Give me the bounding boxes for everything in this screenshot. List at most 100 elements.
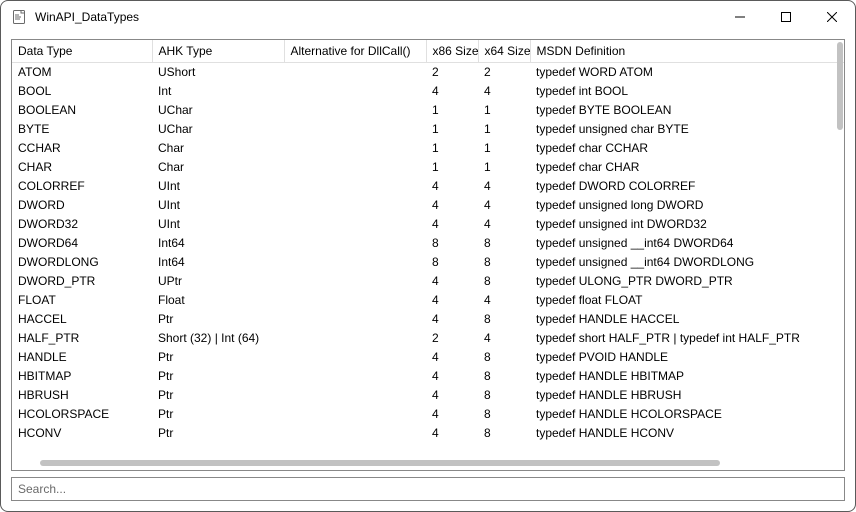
table-row[interactable]: BOOLEANUChar11typedef BYTE BOOLEAN <box>12 101 844 120</box>
table-row[interactable]: DWORD32UInt44typedef unsigned int DWORD3… <box>12 215 844 234</box>
table-row[interactable]: HBRUSHPtr48typedef HANDLE HBRUSH <box>12 386 844 405</box>
table-row[interactable]: CHARChar11typedef char CHAR <box>12 158 844 177</box>
cell: typedef short HALF_PTR | typedef int HAL… <box>530 329 844 348</box>
cell <box>284 348 426 367</box>
cell: typedef HANDLE HBRUSH <box>530 386 844 405</box>
cell: 8 <box>478 348 530 367</box>
table-row[interactable]: HCONVPtr48typedef HANDLE HCONV <box>12 424 844 443</box>
table-row[interactable]: HALF_PTRShort (32) | Int (64)24typedef s… <box>12 329 844 348</box>
table-row[interactable]: DWORD64Int6488typedef unsigned __int64 D… <box>12 234 844 253</box>
cell: Float <box>152 291 284 310</box>
table-row[interactable]: DWORDUInt44typedef unsigned long DWORD <box>12 196 844 215</box>
cell: BYTE <box>12 120 152 139</box>
table-row[interactable]: BOOLInt44typedef int BOOL <box>12 82 844 101</box>
cell: HCONV <box>12 424 152 443</box>
data-table[interactable]: Data Type AHK Type Alternative for DllCa… <box>12 40 844 443</box>
cell <box>284 139 426 158</box>
cell <box>284 158 426 177</box>
cell: 4 <box>426 215 478 234</box>
cell: UChar <box>152 101 284 120</box>
cell: typedef unsigned int DWORD32 <box>530 215 844 234</box>
cell: typedef HANDLE HCONV <box>530 424 844 443</box>
cell: 8 <box>426 234 478 253</box>
cell <box>284 63 426 82</box>
cell: 4 <box>478 291 530 310</box>
cell: 1 <box>478 101 530 120</box>
table-header-row: Data Type AHK Type Alternative for DllCa… <box>12 40 844 63</box>
table-row[interactable]: BYTEUChar11typedef unsigned char BYTE <box>12 120 844 139</box>
data-table-container: Data Type AHK Type Alternative for DllCa… <box>11 39 845 471</box>
maximize-button[interactable] <box>763 1 809 33</box>
table-row[interactable]: CCHARChar11typedef char CCHAR <box>12 139 844 158</box>
cell <box>284 101 426 120</box>
minimize-button[interactable] <box>717 1 763 33</box>
horizontal-scrollbar-track[interactable] <box>12 456 844 470</box>
cell: 4 <box>426 82 478 101</box>
cell: HACCEL <box>12 310 152 329</box>
cell <box>284 291 426 310</box>
col-alternative[interactable]: Alternative for DllCall() <box>284 40 426 63</box>
col-msdn-definition[interactable]: MSDN Definition <box>530 40 844 63</box>
table-row[interactable]: HBITMAPPtr48typedef HANDLE HBITMAP <box>12 367 844 386</box>
cell: DWORD64 <box>12 234 152 253</box>
cell: 8 <box>426 253 478 272</box>
cell <box>284 196 426 215</box>
cell: UInt <box>152 215 284 234</box>
cell: 4 <box>478 329 530 348</box>
cell: HANDLE <box>12 348 152 367</box>
cell: 8 <box>478 234 530 253</box>
cell: typedef unsigned long DWORD <box>530 196 844 215</box>
vertical-scrollbar[interactable] <box>837 42 843 130</box>
table-row[interactable]: HANDLEPtr 48typedef PVOID HANDLE <box>12 348 844 367</box>
cell <box>284 272 426 291</box>
cell: typedef WORD ATOM <box>530 63 844 82</box>
cell: 2 <box>478 63 530 82</box>
col-data-type[interactable]: Data Type <box>12 40 152 63</box>
cell: 8 <box>478 253 530 272</box>
cell: Ptr <box>152 310 284 329</box>
cell <box>284 386 426 405</box>
col-x64-size[interactable]: x64 Size <box>478 40 530 63</box>
cell: 4 <box>426 348 478 367</box>
table-row[interactable]: COLORREFUInt44typedef DWORD COLORREF <box>12 177 844 196</box>
cell <box>284 215 426 234</box>
table-row[interactable]: DWORDLONGInt6488typedef unsigned __int64… <box>12 253 844 272</box>
search-input[interactable] <box>11 477 845 501</box>
cell: HALF_PTR <box>12 329 152 348</box>
cell: 4 <box>478 215 530 234</box>
cell: typedef HANDLE HBITMAP <box>530 367 844 386</box>
maximize-icon <box>781 12 791 22</box>
cell: Char <box>152 158 284 177</box>
app-icon <box>11 9 27 25</box>
cell: UShort <box>152 63 284 82</box>
table-row[interactable]: HACCELPtr48typedef HANDLE HACCEL <box>12 310 844 329</box>
cell: UChar <box>152 120 284 139</box>
cell: UPtr <box>152 272 284 291</box>
cell: DWORD_PTR <box>12 272 152 291</box>
cell <box>284 253 426 272</box>
title-bar[interactable]: WinAPI_DataTypes <box>1 1 855 33</box>
cell: BOOL <box>12 82 152 101</box>
cell: 2 <box>426 329 478 348</box>
table-row[interactable]: ATOMUShort22typedef WORD ATOM <box>12 63 844 82</box>
col-ahk-type[interactable]: AHK Type <box>152 40 284 63</box>
cell: Int64 <box>152 234 284 253</box>
table-row[interactable]: DWORD_PTRUPtr48typedef ULONG_PTR DWORD_P… <box>12 272 844 291</box>
cell: 4 <box>426 310 478 329</box>
cell <box>284 405 426 424</box>
cell: Ptr <box>152 348 284 367</box>
table-row[interactable]: FLOATFloat44typedef float FLOAT <box>12 291 844 310</box>
table-row[interactable]: HCOLORSPACEPtr48typedef HANDLE HCOLORSPA… <box>12 405 844 424</box>
cell: 1 <box>426 101 478 120</box>
horizontal-scrollbar-thumb[interactable] <box>40 460 720 466</box>
cell: ATOM <box>12 63 152 82</box>
col-x86-size[interactable]: x86 Size <box>426 40 478 63</box>
cell: 4 <box>426 196 478 215</box>
cell: 4 <box>426 386 478 405</box>
close-button[interactable] <box>809 1 855 33</box>
cell: HCOLORSPACE <box>12 405 152 424</box>
cell: typedef PVOID HANDLE <box>530 348 844 367</box>
cell: 1 <box>478 120 530 139</box>
cell <box>284 329 426 348</box>
cell: HBITMAP <box>12 367 152 386</box>
